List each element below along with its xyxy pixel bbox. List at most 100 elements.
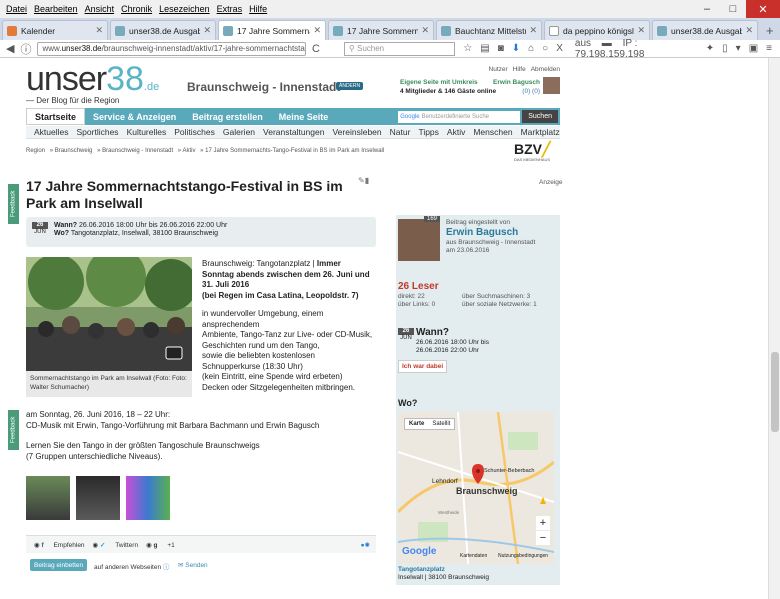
info-icon[interactable]: ⓘ — [20, 41, 31, 57]
breadcrumb-item[interactable]: » Aktiv — [178, 148, 196, 154]
map-label: Braunschweig — [456, 486, 518, 496]
menu-hilfe[interactable]: Hilfe — [249, 4, 267, 14]
gallery-thumbnail[interactable] — [26, 476, 70, 520]
subnav-tipps[interactable]: Tipps — [418, 127, 438, 137]
author-name[interactable]: Erwin Bagusch — [446, 227, 535, 239]
breadcrumb-item[interactable]: Region — [26, 148, 45, 154]
subnav-marktplatz[interactable]: Marktplatz — [521, 127, 560, 137]
scrollbar-thumb[interactable] — [771, 352, 779, 432]
subnav-menschen[interactable]: Menschen — [473, 127, 512, 137]
map-type-tabs: Karte Satellit — [404, 418, 456, 430]
tab-close-icon[interactable]: ✕ — [203, 25, 211, 36]
link-hilfe[interactable]: Hilfe — [513, 66, 526, 73]
back-icon[interactable]: ◀ — [6, 42, 14, 55]
browser-tab[interactable]: 17 Jahre Sommernac...✕ — [328, 20, 434, 40]
search-button[interactable]: Suchen — [522, 110, 558, 123]
send-link[interactable]: ✉ Senden — [178, 561, 208, 569]
subnav-politisches[interactable]: Politisches — [174, 127, 215, 137]
menu-chronik[interactable]: Chronik — [121, 4, 152, 14]
site-logo[interactable]: unser38.de — Der Blog für die Region — [26, 62, 159, 105]
menu-bearbeiten[interactable]: Bearbeiten — [34, 4, 78, 14]
close-window-button[interactable]: ✕ — [746, 0, 780, 18]
map-data-link[interactable]: Kartendaten — [460, 553, 487, 559]
menu-ansicht[interactable]: Ansicht — [85, 4, 115, 14]
tab-close-icon[interactable]: ✕ — [421, 25, 429, 36]
nav-startseite[interactable]: Startseite — [26, 108, 86, 125]
author-avatar[interactable] — [398, 219, 440, 261]
reading-list-icon[interactable]: ▤ — [480, 43, 489, 54]
subnav-sportliches[interactable]: Sportliches — [77, 127, 119, 137]
menu-lesezeichen[interactable]: Lesezeichen — [159, 4, 210, 14]
info-settings-icon[interactable]: ●✺ — [361, 541, 370, 549]
zoom-out-button[interactable]: − — [536, 531, 550, 545]
page-scrollbar[interactable] — [768, 58, 780, 599]
subnav-aktiv[interactable]: Aktiv — [447, 127, 465, 137]
menu-datei[interactable]: Datei — [6, 4, 27, 14]
minimize-button[interactable]: – — [694, 0, 720, 18]
google-search-input[interactable]: Google Benutzerdefinierte Suche — [398, 110, 521, 123]
hamburger-menu-icon[interactable]: ≡ — [766, 43, 772, 54]
attended-button[interactable]: Ich war dabei — [398, 360, 448, 373]
info-icon[interactable]: ⓘ — [163, 564, 170, 571]
embed-button[interactable]: Beitrag einbetten — [30, 559, 88, 571]
tab-close-icon[interactable]: ✕ — [745, 25, 753, 36]
home-icon[interactable]: ⌂ — [528, 43, 534, 54]
tab-close-icon[interactable]: ✕ — [529, 25, 537, 36]
browser-tab[interactable]: Kalender ✕ — [2, 20, 108, 40]
tab-close-icon[interactable]: ✕ — [313, 25, 321, 36]
subnav-veranstaltungen[interactable]: Veranstaltungen — [263, 127, 324, 137]
browser-tab-active[interactable]: 17 Jahre Sommernac...✕ — [218, 20, 326, 40]
menu-extras[interactable]: Extras — [217, 4, 243, 14]
subnav-galerien[interactable]: Galerien — [223, 127, 255, 137]
tab-close-icon[interactable]: ✕ — [637, 25, 645, 36]
search-icon: ⚲ — [348, 44, 357, 53]
subnav-natur[interactable]: Natur — [390, 127, 411, 137]
location-map[interactable]: Karte Satellit Lehndorf Braunschweig Sch… — [398, 412, 554, 564]
link-nutzer[interactable]: Nutzer — [489, 66, 508, 73]
subnav-aktuelles[interactable]: Aktuelles — [34, 127, 69, 137]
feedback-tab[interactable]: Feedback — [8, 184, 19, 224]
nav-meine-seite[interactable]: Meine Seite — [271, 108, 337, 125]
facebook-icon[interactable]: ◉ f Empfehlen — [34, 541, 85, 549]
feedback-tab[interactable]: Feedback — [8, 410, 19, 450]
map-tab-satellit[interactable]: Satellit — [428, 419, 454, 429]
change-city-button[interactable]: ÄNDERN — [336, 82, 364, 90]
tab-close-icon[interactable]: ✕ — [95, 25, 103, 36]
download-icon[interactable]: ⬇ — [512, 43, 520, 54]
gallery-thumbnail[interactable] — [126, 476, 170, 520]
map-tab-karte[interactable]: Karte — [405, 419, 428, 429]
pocket-icon[interactable]: ◙ — [498, 43, 504, 54]
print-icon[interactable]: ✎▮ — [358, 176, 369, 185]
user-avatar[interactable] — [543, 77, 560, 94]
reload-button[interactable]: C — [312, 43, 320, 55]
map-terms-link[interactable]: Nutzungsbedingungen — [498, 553, 548, 559]
link-abmelden[interactable]: Abmelden — [531, 66, 560, 73]
breadcrumb-item[interactable]: » Braunschweig - Innenstadt — [97, 148, 173, 154]
maximize-button[interactable]: □ — [720, 0, 746, 18]
user-name-link[interactable]: Erwin Bagusch — [493, 79, 540, 86]
sidebar-toggle-icon[interactable]: ▣ — [749, 43, 758, 54]
subnav-vereinsleben[interactable]: Vereinsleben — [332, 127, 381, 137]
search-input[interactable]: ⚲ Suchen — [343, 41, 456, 56]
place-name[interactable]: Tangotanzplatz — [398, 566, 445, 573]
addon-icon[interactable]: ✦ — [706, 43, 714, 54]
article-photo[interactable] — [26, 257, 192, 371]
nav-beitrag-erstellen[interactable]: Beitrag erstellen — [184, 108, 271, 125]
url-bar[interactable]: www. unser38.de/braunschweig-innenstadt/a… — [37, 41, 306, 56]
subnav-kulturelles[interactable]: Kulturelles — [127, 127, 167, 137]
gallery-thumbnail[interactable] — [76, 476, 120, 520]
nav-service-anzeigen[interactable]: Service & Anzeigen — [85, 108, 184, 125]
bookmark-star-icon[interactable]: ☆ — [463, 43, 472, 54]
noscript-icon[interactable]: X — [556, 43, 563, 54]
browser-tab[interactable]: unser38.de Ausgaben...✕ — [110, 20, 216, 40]
gplus-icon[interactable]: ◉ g +1 — [146, 541, 175, 549]
twitter-icon[interactable]: ◉ ✓ Twittern — [93, 541, 139, 549]
zoom-in-button[interactable]: + — [536, 516, 550, 530]
bzv-logo[interactable]: BZV╱ — [514, 141, 550, 158]
chat-icon[interactable]: ○ — [542, 43, 548, 54]
own-page-link[interactable]: Eigene Seite mit Umkreis — [400, 79, 478, 86]
dropdown-icon[interactable]: ▾ — [736, 43, 741, 54]
breadcrumb-item[interactable]: » Braunschweig — [50, 148, 93, 154]
pegman-icon[interactable]: ♟ — [539, 496, 547, 507]
clipboard-icon[interactable]: ▯ — [722, 43, 728, 54]
